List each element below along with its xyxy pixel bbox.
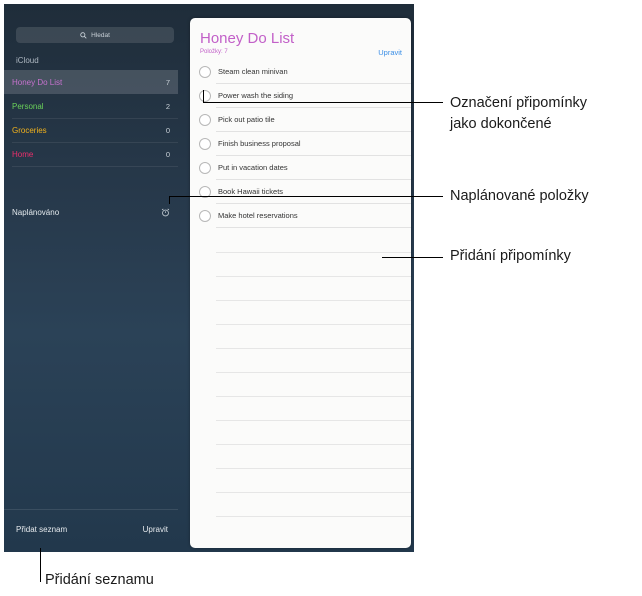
reminder-item[interactable]: Make hotel reservations — [190, 204, 411, 228]
list-name: Home — [12, 149, 34, 159]
completion-circle[interactable] — [199, 114, 211, 126]
sidebar: Hledat iCloud Honey Do List 7 Personal 2… — [4, 4, 190, 552]
icloud-section-title: iCloud — [16, 56, 39, 65]
sidebar-bottom-bar: Přidat seznam Upravit — [4, 509, 178, 549]
callout-line — [382, 257, 443, 258]
completion-circle[interactable] — [199, 66, 211, 78]
reminder-text: Steam clean minivan — [218, 67, 288, 76]
reminder-text: Power wash the siding — [218, 91, 294, 100]
list-title: Honey Do List — [200, 30, 295, 47]
callout-line — [203, 90, 204, 102]
completion-circle[interactable] — [199, 162, 211, 174]
divider — [12, 166, 178, 167]
callout-line — [169, 196, 443, 197]
scheduled-label: Naplánováno — [12, 207, 60, 217]
edit-lists-button[interactable]: Upravit — [143, 525, 168, 534]
list-item-home[interactable]: Home 0 — [4, 142, 178, 166]
list-name: Groceries — [12, 125, 47, 135]
callout-mark-complete: Označení připomínky jako dokončené — [450, 93, 587, 135]
callout-add-reminder: Přidání připomínky — [450, 248, 571, 264]
completion-circle[interactable] — [199, 138, 211, 150]
divider — [216, 420, 411, 421]
empty-reminder-area[interactable] — [190, 228, 411, 548]
reminder-text: Put in vacation dates — [218, 163, 288, 172]
list-name: Honey Do List — [12, 77, 63, 87]
reminder-text: Pick out patio tile — [218, 115, 275, 124]
callout-line — [40, 548, 41, 582]
item-count-label: Položky: 7 — [200, 49, 228, 55]
divider — [216, 324, 411, 325]
search-field[interactable]: Hledat — [16, 27, 174, 43]
callout-line — [169, 196, 170, 204]
list-name: Personal — [12, 101, 44, 111]
alarm-clock-icon — [161, 208, 170, 216]
divider — [216, 372, 411, 373]
callout-scheduled-items: Naplánované položky — [450, 188, 589, 204]
divider — [216, 444, 411, 445]
reminder-text: Make hotel reservations — [218, 211, 298, 220]
search-placeholder: Hledat — [91, 31, 110, 39]
divider — [216, 492, 411, 493]
callout-text: jako dokončené — [450, 116, 552, 132]
reminder-item[interactable]: Put in vacation dates — [190, 156, 411, 180]
divider — [216, 396, 411, 397]
edit-list-button[interactable]: Upravit — [378, 48, 402, 57]
divider — [216, 516, 411, 517]
list-count: 0 — [165, 149, 170, 159]
search-icon — [80, 31, 87, 39]
reminder-item[interactable]: Power wash the siding — [190, 84, 411, 108]
callout-text: Označení připomínky — [450, 95, 588, 111]
reminder-item[interactable]: Pick out patio tile — [190, 108, 411, 132]
reminder-text: Finish business proposal — [218, 139, 301, 148]
list-item-groceries[interactable]: Groceries 0 — [4, 118, 178, 142]
callout-line — [203, 102, 443, 103]
scheduled-list-item[interactable]: Naplánováno — [4, 203, 178, 221]
list-item-honey-do-list[interactable]: Honey Do List 7 — [4, 70, 178, 94]
reminder-item[interactable]: Steam clean minivan — [190, 60, 411, 84]
completion-circle[interactable] — [199, 210, 211, 222]
reminder-item[interactable]: Finish business proposal — [190, 132, 411, 156]
divider — [216, 468, 411, 469]
list-count: 2 — [165, 101, 170, 111]
callout-add-list: Přidání seznamu — [45, 572, 154, 588]
list-count: 0 — [165, 125, 170, 135]
add-list-button[interactable]: Přidat seznam — [16, 525, 67, 534]
reminder-text: Book Hawaii tickets — [218, 187, 284, 196]
reminder-item[interactable]: Book Hawaii tickets — [190, 180, 411, 204]
ipad-screen: Hledat iCloud Honey Do List 7 Personal 2… — [4, 4, 414, 552]
completion-circle[interactable] — [199, 90, 211, 102]
divider — [216, 300, 411, 301]
divider — [216, 252, 411, 253]
divider — [216, 348, 411, 349]
divider — [216, 276, 411, 277]
list-count: 7 — [165, 77, 170, 87]
list-item-personal[interactable]: Personal 2 — [4, 94, 178, 118]
reminders-panel: Honey Do List Položky: 7 Upravit Steam c… — [190, 18, 411, 548]
